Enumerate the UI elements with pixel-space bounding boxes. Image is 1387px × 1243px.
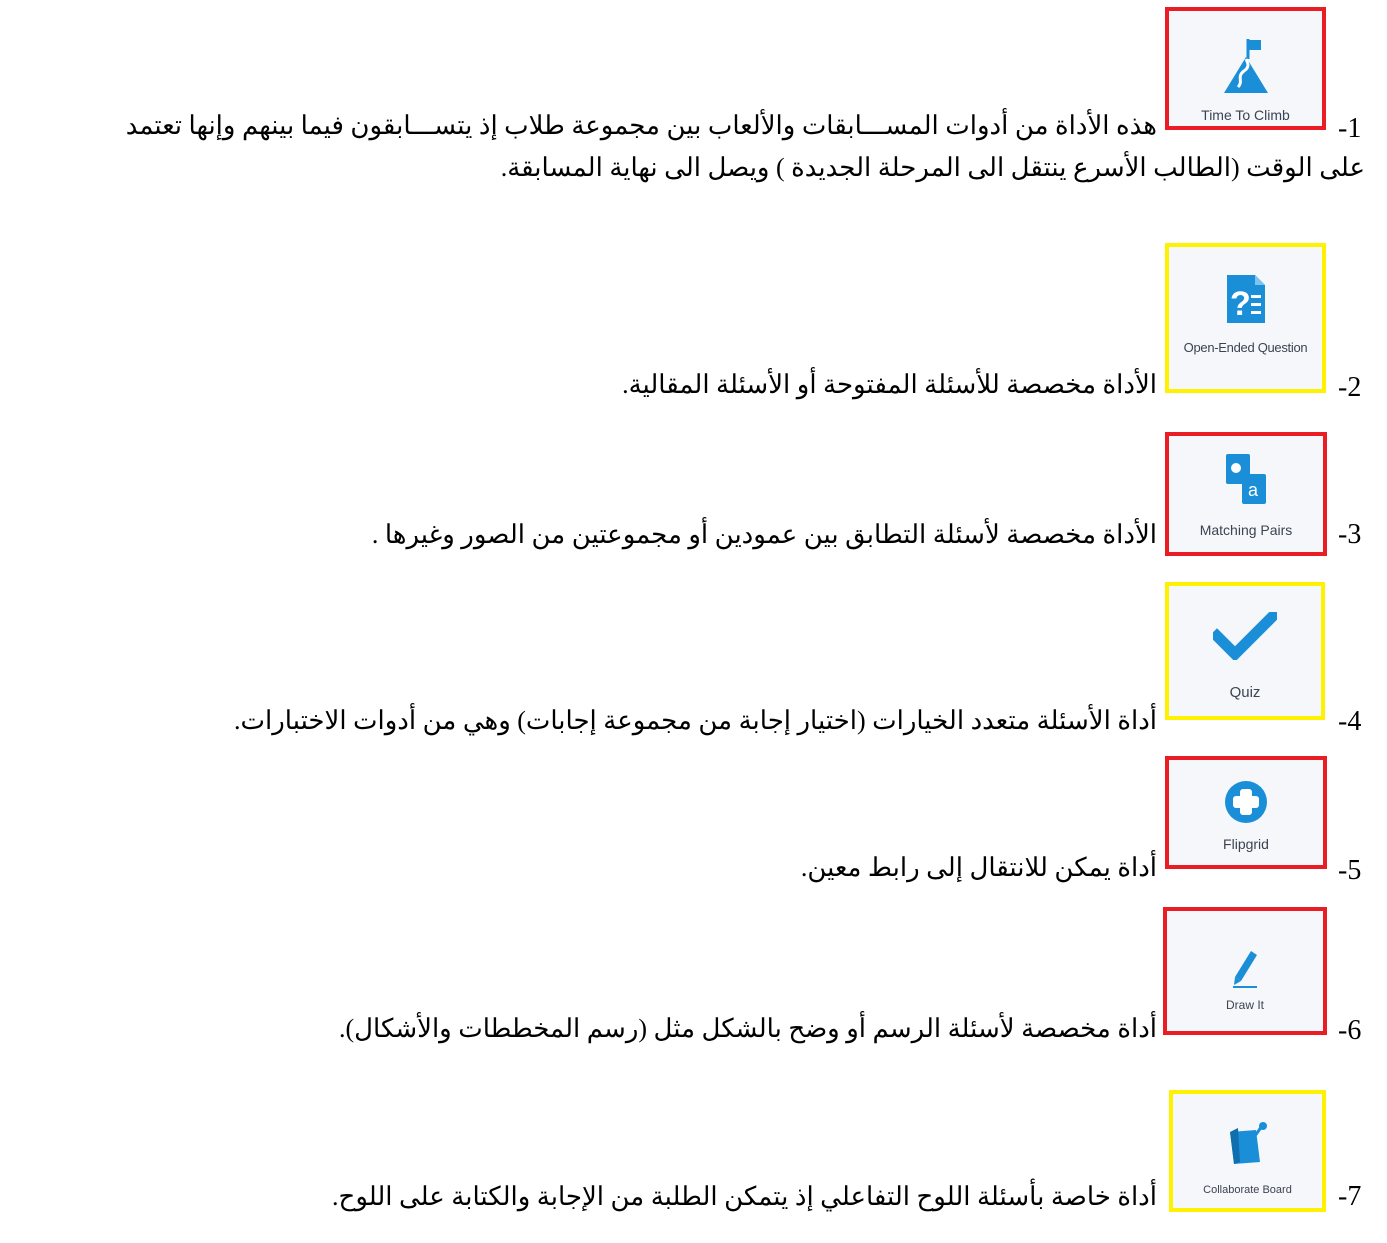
item-text-line1: أداة الأسئلة متعدد الخيارات (اختيار إجاب… <box>234 706 1157 735</box>
tool-card-matching-pairs[interactable]: a Matching Pairs <box>1165 432 1327 556</box>
question-document-icon: ? <box>1226 275 1265 323</box>
plus-circle-icon <box>1225 781 1267 823</box>
tool-card-draw-it[interactable]: Draw It <box>1163 907 1327 1035</box>
item-text-line2: على الوقت (الطالب الأسرع ينتقل الى المرح… <box>500 153 1365 182</box>
mountain-flag-icon <box>1223 39 1268 93</box>
tool-card-collaborate-board[interactable]: Collaborate Board <box>1169 1090 1326 1212</box>
board-pin-icon <box>1229 1122 1267 1164</box>
item-text-line1: أداة خاصة بأسئلة اللوح التفاعلي إذ يتمكن… <box>332 1182 1157 1211</box>
item-number: -5 <box>1338 855 1362 886</box>
item-number: -1 <box>1338 113 1362 144</box>
item-text-line1: أداة يمكن للانتقال إلى رابط معين. <box>800 853 1157 882</box>
tool-label: Flipgrid <box>1223 836 1269 852</box>
item-number: -2 <box>1338 372 1362 403</box>
item-number: -6 <box>1338 1015 1362 1046</box>
matching-cards-icon: a <box>1226 454 1266 504</box>
item-number: -3 <box>1338 519 1362 550</box>
pencil-icon <box>1233 951 1257 988</box>
item-text-line1: الأداة مخصصة لأسئلة التطابق بين عمودين أ… <box>371 520 1157 549</box>
tool-card-quiz[interactable]: Quiz <box>1165 582 1325 720</box>
item-text-line1: الأداة مخصصة للأسئلة المفتوحة أو الأسئلة… <box>622 370 1157 399</box>
tool-label: Quiz <box>1229 684 1261 701</box>
svg-text:?: ? <box>1230 285 1251 323</box>
tool-card-open-ended-question[interactable]: ? Open-Ended Question <box>1165 243 1326 393</box>
svg-text:a: a <box>1248 480 1259 500</box>
tool-label: Draw It <box>1225 998 1264 1012</box>
tool-card-time-to-climb[interactable]: Time To Climb <box>1165 7 1326 130</box>
item-text-line1: أداة مخصصة لأسئلة الرسم أو وضح بالشكل مث… <box>339 1014 1157 1043</box>
tool-label: Collaborate Board <box>1203 1184 1292 1196</box>
item-text-line1: هذه الأداة من أدوات المســـابقات والألعا… <box>125 111 1157 140</box>
tool-card-flipgrid[interactable]: Flipgrid <box>1165 756 1327 869</box>
tool-label: Matching Pairs <box>1199 522 1293 538</box>
tool-label: Open-Ended Question <box>1183 340 1308 355</box>
tool-label: Time To Climb <box>1201 107 1290 123</box>
checkmark-icon <box>1213 612 1277 660</box>
item-number: -7 <box>1338 1181 1362 1212</box>
item-number: -4 <box>1338 706 1362 737</box>
